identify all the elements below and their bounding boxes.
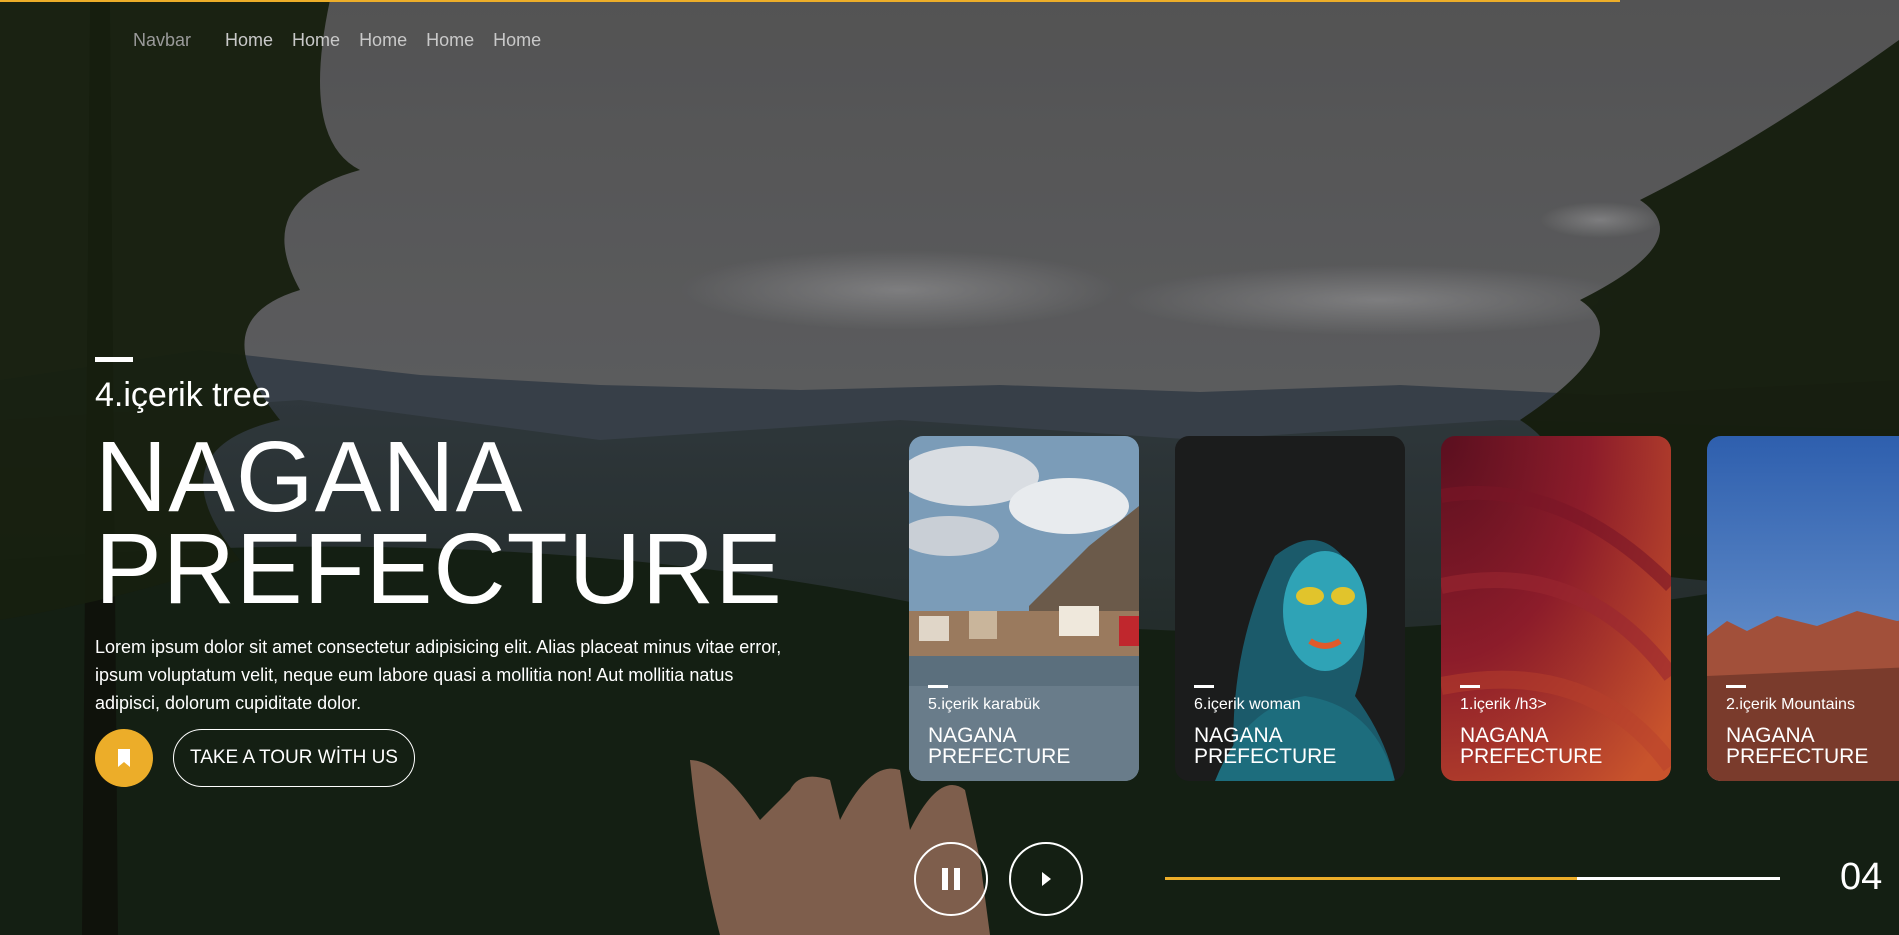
slide-progress-fill (1165, 877, 1578, 880)
nav-link-home-4[interactable]: Home (426, 30, 474, 51)
hero-title-line2: PREFECTURE (95, 513, 783, 625)
card-title: NAGANA PREFECTURE (928, 725, 1070, 767)
nav-link-home-2[interactable]: Home (292, 30, 340, 51)
card-title: NAGANA PREFECTURE (1726, 725, 1868, 767)
card-title: NAGANA PREFECTURE (1194, 725, 1336, 767)
card-title-line1: NAGANA (1194, 724, 1283, 747)
slide-card-karabuk[interactable]: 5.içerik karabük NAGANA PREFECTURE (909, 436, 1139, 781)
hero-title: NAGANA PREFECTURE (95, 427, 815, 619)
card-title: NAGANA PREFECTURE (1460, 725, 1602, 767)
card-title-line1: NAGANA (928, 724, 1017, 747)
card-title-line2: PREFECTURE (1194, 745, 1337, 768)
card-subtitle: 6.içerik woman (1194, 696, 1301, 713)
slide-card-mountains[interactable]: 2.içerik Mountains NAGANA PREFECTURE (1707, 436, 1899, 781)
card-accent-bar (1460, 685, 1480, 688)
navbar-brand[interactable]: Navbar (133, 30, 191, 51)
card-accent-bar (1194, 685, 1214, 688)
card-title-line1: NAGANA (1726, 724, 1815, 747)
navbar: Navbar Home Home Home Home Home (133, 30, 560, 51)
bookmark-button[interactable] (95, 729, 153, 787)
pause-button[interactable] (914, 842, 988, 916)
play-icon (1042, 872, 1051, 886)
hero-accent-bar (95, 357, 133, 362)
slide-card-woman[interactable]: 6.içerik woman NAGANA PREFECTURE (1175, 436, 1405, 781)
take-tour-button[interactable]: TAKE A TOUR WİTH US (173, 729, 415, 787)
hero-subtitle: 4.içerik tree (95, 376, 271, 414)
top-progress-bar (0, 0, 1620, 2)
nav-link-home-1[interactable]: Home (225, 30, 273, 51)
card-accent-bar (928, 685, 948, 688)
card-subtitle: 5.içerik karabük (928, 696, 1041, 713)
card-subtitle: 1.içerik /h3> (1460, 696, 1547, 713)
next-button[interactable] (1009, 842, 1083, 916)
card-title-line2: PREFECTURE (1460, 745, 1603, 768)
card-subtitle: 2.içerik Mountains (1726, 696, 1855, 713)
card-title-line2: PREFECTURE (1726, 745, 1869, 768)
hero-description: Lorem ipsum dolor sit amet consectetur a… (95, 637, 782, 713)
card-title-line1: NAGANA (1460, 724, 1549, 747)
pause-icon (942, 868, 960, 890)
slide-card-h3[interactable]: 1.içerik /h3> NAGANA PREFECTURE (1441, 436, 1671, 781)
card-title-line2: PREFECTURE (928, 745, 1071, 768)
bookmark-icon (118, 749, 130, 767)
card-accent-bar (1726, 685, 1746, 688)
hero-actions: TAKE A TOUR WİTH US (95, 729, 815, 787)
hero-section: 4.içerik tree NAGANA PREFECTURE Lorem ip… (95, 357, 815, 787)
slide-number: 04 (1840, 856, 1883, 898)
slide-progress-track (1165, 877, 1780, 880)
nav-link-home-3[interactable]: Home (359, 30, 407, 51)
nav-link-home-5[interactable]: Home (493, 30, 541, 51)
